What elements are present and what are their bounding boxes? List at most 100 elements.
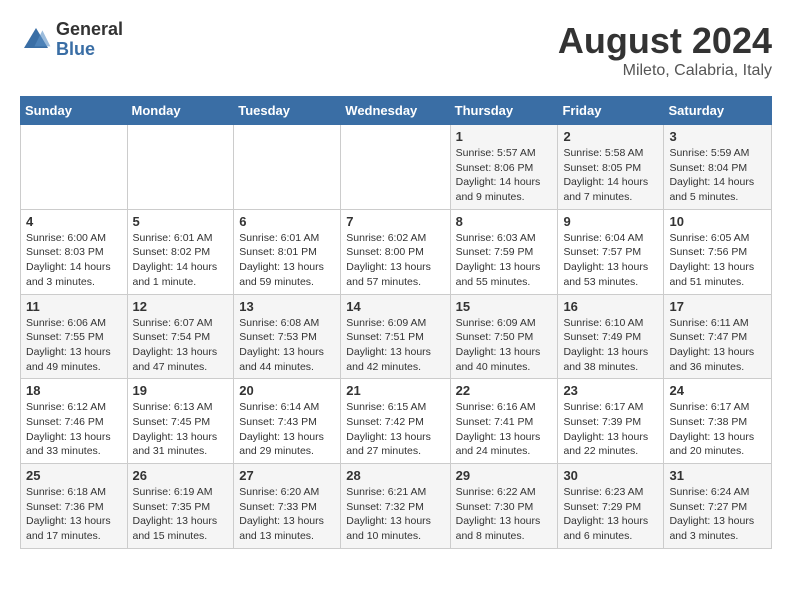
calendar-cell: 10 Sunrise: 6:05 AM Sunset: 7:56 PM Dayli… [664,209,772,294]
calendar-cell [127,125,234,210]
calendar-cell: 6 Sunrise: 6:01 AM Sunset: 8:01 PM Daylig… [234,209,341,294]
calendar-cell: 27 Sunrise: 6:20 AM Sunset: 7:33 PM Dayli… [234,464,341,549]
day-number: 20 [239,383,335,398]
calendar-cell: 24Sunrise: 6:17 AM Sunset: 7:38 PM Dayli… [664,379,772,464]
day-number: 10 [669,214,766,229]
day-number: 1 [456,129,553,144]
day-number: 6 [239,214,335,229]
day-number: 24 [669,383,766,398]
day-info: Sunrise: 6:01 AM Sunset: 8:01 PM Dayligh… [239,231,335,290]
calendar-week-3: 11Sunrise: 6:06 AM Sunset: 7:55 PM Dayli… [21,294,772,379]
location-subtitle: Mileto, Calabria, Italy [558,62,772,80]
calendar-week-4: 18 Sunrise: 6:12 AM Sunset: 7:46 PM Dayli… [21,379,772,464]
day-number: 5 [133,214,229,229]
day-info: Sunrise: 6:02 AM Sunset: 8:00 PM Dayligh… [346,231,444,290]
day-info: Sunrise: 6:01 AM Sunset: 8:02 PM Dayligh… [133,231,229,290]
calendar-header: Sunday Monday Tuesday Wednesday Thursday… [21,97,772,125]
day-number: 23 [563,383,658,398]
calendar-cell: 4Sunrise: 6:00 AM Sunset: 8:03 PM Daylig… [21,209,128,294]
day-info: Sunrise: 6:22 AM Sunset: 7:30 PM Dayligh… [456,485,553,544]
calendar-cell: 28Sunrise: 6:21 AM Sunset: 7:32 PM Dayli… [341,464,450,549]
header-row: Sunday Monday Tuesday Wednesday Thursday… [21,97,772,125]
calendar-cell: 17Sunrise: 6:11 AM Sunset: 7:47 PM Dayli… [664,294,772,379]
day-number: 2 [563,129,658,144]
calendar-table: Sunday Monday Tuesday Wednesday Thursday… [20,96,772,549]
col-sunday: Sunday [21,97,128,125]
day-number: 8 [456,214,553,229]
calendar-cell: 19Sunrise: 6:13 AM Sunset: 7:45 PM Dayli… [127,379,234,464]
day-number: 26 [133,468,229,483]
day-info: Sunrise: 6:21 AM Sunset: 7:32 PM Dayligh… [346,485,444,544]
day-info: Sunrise: 5:58 AM Sunset: 8:05 PM Dayligh… [563,146,658,205]
day-number: 14 [346,299,444,314]
day-info: Sunrise: 6:16 AM Sunset: 7:41 PM Dayligh… [456,400,553,459]
calendar-cell: 18 Sunrise: 6:12 AM Sunset: 7:46 PM Dayli… [21,379,128,464]
col-tuesday: Tuesday [234,97,341,125]
day-number: 21 [346,383,444,398]
day-info: Sunrise: 5:59 AM Sunset: 8:04 PM Dayligh… [669,146,766,205]
day-number: 22 [456,383,553,398]
day-number: 9 [563,214,658,229]
calendar-week-1: 1Sunrise: 5:57 AM Sunset: 8:06 PM Daylig… [21,125,772,210]
day-number: 7 [346,214,444,229]
day-number: 4 [26,214,122,229]
calendar-cell: 23 Sunrise: 6:17 AM Sunset: 7:39 PM Dayli… [558,379,664,464]
calendar-cell: 26 Sunrise: 6:19 AM Sunset: 7:35 PM Dayli… [127,464,234,549]
calendar-cell: 25 Sunrise: 6:18 AM Sunset: 7:36 PM Dayli… [21,464,128,549]
calendar-cell [234,125,341,210]
day-info: Sunrise: 6:23 AM Sunset: 7:29 PM Dayligh… [563,485,658,544]
day-info: Sunrise: 6:13 AM Sunset: 7:45 PM Dayligh… [133,400,229,459]
day-info: Sunrise: 6:19 AM Sunset: 7:35 PM Dayligh… [133,485,229,544]
logo-general: General [56,20,123,40]
day-number: 16 [563,299,658,314]
day-info: Sunrise: 6:11 AM Sunset: 7:47 PM Dayligh… [669,316,766,375]
day-info: Sunrise: 6:10 AM Sunset: 7:49 PM Dayligh… [563,316,658,375]
day-info: Sunrise: 6:04 AM Sunset: 7:57 PM Dayligh… [563,231,658,290]
day-info: Sunrise: 6:07 AM Sunset: 7:54 PM Dayligh… [133,316,229,375]
calendar-cell: 16 Sunrise: 6:10 AM Sunset: 7:49 PM Dayli… [558,294,664,379]
calendar-cell: 11Sunrise: 6:06 AM Sunset: 7:55 PM Dayli… [21,294,128,379]
calendar-cell: 31 Sunrise: 6:24 AM Sunset: 7:27 PM Dayli… [664,464,772,549]
calendar-cell: 14 Sunrise: 6:09 AM Sunset: 7:51 PM Dayli… [341,294,450,379]
day-number: 15 [456,299,553,314]
day-info: Sunrise: 6:08 AM Sunset: 7:53 PM Dayligh… [239,316,335,375]
day-number: 29 [456,468,553,483]
day-info: Sunrise: 6:09 AM Sunset: 7:51 PM Dayligh… [346,316,444,375]
day-info: Sunrise: 6:14 AM Sunset: 7:43 PM Dayligh… [239,400,335,459]
day-info: Sunrise: 6:09 AM Sunset: 7:50 PM Dayligh… [456,316,553,375]
calendar-cell: 1Sunrise: 5:57 AM Sunset: 8:06 PM Daylig… [450,125,558,210]
day-info: Sunrise: 6:18 AM Sunset: 7:36 PM Dayligh… [26,485,122,544]
day-number: 18 [26,383,122,398]
day-number: 25 [26,468,122,483]
calendar-cell: 22 Sunrise: 6:16 AM Sunset: 7:41 PM Dayli… [450,379,558,464]
day-info: Sunrise: 6:05 AM Sunset: 7:56 PM Dayligh… [669,231,766,290]
day-number: 30 [563,468,658,483]
calendar-cell: 7 Sunrise: 6:02 AM Sunset: 8:00 PM Daylig… [341,209,450,294]
col-wednesday: Wednesday [341,97,450,125]
col-thursday: Thursday [450,97,558,125]
calendar-cell [21,125,128,210]
title-block: August 2024 Mileto, Calabria, Italy [558,20,772,80]
day-number: 31 [669,468,766,483]
day-number: 13 [239,299,335,314]
calendar-cell: 20 Sunrise: 6:14 AM Sunset: 7:43 PM Dayli… [234,379,341,464]
calendar-cell [341,125,450,210]
day-number: 3 [669,129,766,144]
day-info: Sunrise: 6:15 AM Sunset: 7:42 PM Dayligh… [346,400,444,459]
day-info: Sunrise: 6:17 AM Sunset: 7:39 PM Dayligh… [563,400,658,459]
day-info: Sunrise: 6:03 AM Sunset: 7:59 PM Dayligh… [456,231,553,290]
col-friday: Friday [558,97,664,125]
calendar-body: 1Sunrise: 5:57 AM Sunset: 8:06 PM Daylig… [21,125,772,549]
calendar-cell: 12Sunrise: 6:07 AM Sunset: 7:54 PM Dayli… [127,294,234,379]
day-info: Sunrise: 6:12 AM Sunset: 7:46 PM Dayligh… [26,400,122,459]
calendar-cell: 9 Sunrise: 6:04 AM Sunset: 7:57 PM Daylig… [558,209,664,294]
calendar-cell: 8 Sunrise: 6:03 AM Sunset: 7:59 PM Daylig… [450,209,558,294]
calendar-cell: 29 Sunrise: 6:22 AM Sunset: 7:30 PM Dayli… [450,464,558,549]
col-saturday: Saturday [664,97,772,125]
calendar-cell: 15 Sunrise: 6:09 AM Sunset: 7:50 PM Dayli… [450,294,558,379]
logo-blue: Blue [56,40,123,60]
day-info: Sunrise: 6:24 AM Sunset: 7:27 PM Dayligh… [669,485,766,544]
day-number: 27 [239,468,335,483]
day-info: Sunrise: 6:20 AM Sunset: 7:33 PM Dayligh… [239,485,335,544]
calendar-cell: 30 Sunrise: 6:23 AM Sunset: 7:29 PM Dayli… [558,464,664,549]
